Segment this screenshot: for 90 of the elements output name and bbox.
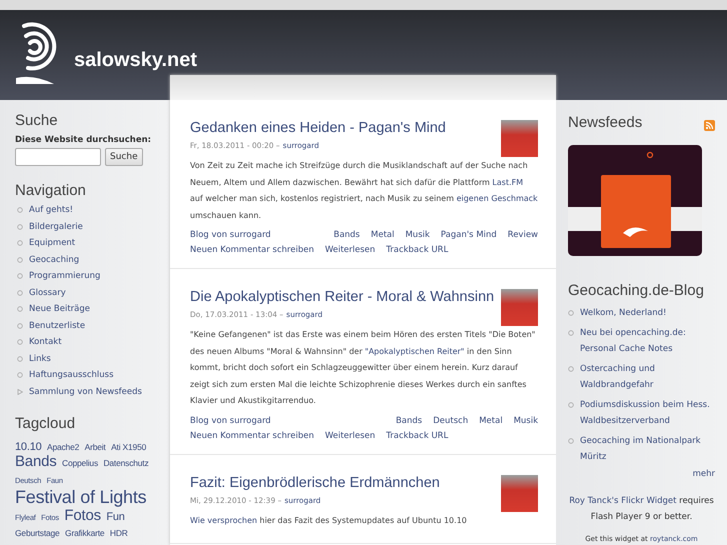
tag-link[interactable]: Datenschutz (103, 458, 149, 468)
post-excerpt: "Keine Gefangenen" ist das Erste was einem beim Hören des ersten Titels "Die Boten" des neuen Albums "Moral & Wahnsinn" der "Apokalyptischen Reiter" in den Sinn kommt, bricht doch sofort ein Schlagzeuggewitter über einem herein. Kurz darauf zeigt sich zum ersten Mal die leichte Schizophrenie dieses Werkes durch ein sanftes Klavier und Akustikgitarrenduo. (190, 329, 536, 407)
bullet-icon (568, 330, 574, 336)
banner-drawing[interactable] (568, 145, 702, 256)
inline-link[interactable]: eigenen Geschmack (456, 194, 538, 203)
bullet-icon (17, 273, 23, 279)
section-heading: Suche (15, 112, 59, 129)
bullet-icon (17, 372, 23, 378)
post-link[interactable]: Weiterlesen (324, 428, 376, 444)
nav-link[interactable]: Sammlung von Newsfeeds (29, 386, 142, 396)
bullet-icon (17, 207, 23, 213)
section-heading: Geocaching.de-Blog (568, 282, 705, 299)
tag-link[interactable]: Fotos (64, 506, 101, 524)
bullet-icon (17, 290, 23, 296)
bullet-icon (17, 322, 23, 328)
tag-link[interactable]: Apache2 (46, 442, 80, 452)
nav-link[interactable]: Equipment (29, 238, 76, 248)
inline-link[interactable]: Last.FM (492, 178, 524, 186)
nav-link[interactable]: Glossary (29, 288, 66, 298)
nav-link[interactable]: Bildergalerie (29, 222, 83, 232)
tag-link[interactable]: Review (508, 228, 538, 243)
tag-link[interactable]: Bands (396, 414, 422, 428)
post-link[interactable]: Neuen Kommentar schreiben (190, 243, 314, 258)
post-title[interactable]: Die Apokalyptischen Reiter - Moral & Wahnsinn (190, 289, 494, 305)
tag-link[interactable]: HDR (110, 528, 128, 538)
bullet-icon (17, 306, 23, 312)
bullet-icon (17, 356, 23, 362)
tag-link[interactable]: Musik (514, 414, 538, 428)
tag-link[interactable]: Festival of Lights (15, 486, 146, 507)
section-heading: Navigation (15, 182, 87, 199)
inline-link[interactable]: "Apokalyptischen Reiter" (364, 346, 464, 356)
search-field[interactable] (15, 148, 101, 166)
post-link[interactable]: Blog von surrogard (190, 414, 271, 428)
triangle-icon (17, 388, 23, 394)
post-excerpt: Von Zeit zu Zeit mache ich Streifzüge durch die Musiklandschaft auf der Suche nach Neuem, Altem und Allem dazwischen. Bewährt hat sich dafür die Plattform Last.FM auf welcher man sich, kostenlos registriert, nach Musik zu seinem eigenen Geschmack umschauen kann. (190, 160, 538, 222)
blog-link[interactable]: Neu bei opencaching.de: Personal Cache Notes (580, 325, 715, 357)
nav-link[interactable]: Kontakt (29, 337, 62, 347)
nav-link[interactable]: Geocaching (29, 254, 80, 264)
tag-link[interactable]: Metal (479, 414, 503, 428)
tag-link[interactable]: Metal (370, 228, 394, 243)
section-heading: Tagcloud (15, 414, 76, 432)
post-excerpt: Wie versprochen hier das Fazit des Systemupdates auf Ubuntu 10.10 (190, 514, 468, 527)
tag-link[interactable]: Bands (15, 453, 57, 470)
tag-link[interactable]: Grafikkarte (65, 528, 104, 538)
tag-link[interactable]: Bands (334, 228, 360, 243)
flickr-notice: Roy Tanck's Flickr Widget requires Flash Player 9 or better. (568, 495, 715, 524)
post-link[interactable]: Trackback URL (386, 428, 448, 444)
tag-link[interactable]: 10.10 (15, 440, 42, 452)
nav-link[interactable]: Haftungsausschluss (29, 370, 114, 380)
photo-placeholder (501, 474, 538, 512)
inline-link[interactable]: Wie versprochen (190, 516, 258, 524)
search-button[interactable]: Suche (105, 148, 143, 166)
flickr-link[interactable]: Roy Tanck's Flickr Widget (569, 496, 676, 506)
post-title[interactable]: Fazit: Eigenbrödlerische Erdmännchen (190, 474, 440, 490)
blog-link[interactable]: Ostercaching und Waldbrandgefahr (580, 361, 715, 393)
post-link[interactable]: Neuen Kommentar schreiben (190, 428, 314, 444)
tag-link[interactable]: Pagan's Mind (440, 228, 497, 243)
blog-link[interactable]: Podiumsdiskussion beim Hess. Waldbesitzerverband (580, 397, 715, 429)
tag-link[interactable]: Ati X1950 (111, 442, 146, 452)
bullet-icon (568, 366, 574, 372)
bullet-icon (568, 402, 574, 408)
post-title[interactable]: Gedanken eines Heiden - Pagan's Mind (190, 120, 446, 136)
post-link[interactable]: Trackback URL (386, 243, 448, 258)
photo-placeholder (501, 120, 538, 157)
rss-icon (704, 120, 715, 131)
post-link[interactable]: Weiterlesen (324, 243, 376, 258)
nav-link[interactable]: Neue Beiträge (29, 304, 90, 314)
tag-link[interactable]: Arbeit (84, 442, 106, 452)
tag-link[interactable]: Musik (405, 228, 430, 243)
tag-link[interactable]: Fun (106, 510, 125, 523)
search-label: Diese Website durchsuchen: (15, 135, 152, 145)
site-title[interactable]: salowsky.net (74, 49, 198, 72)
nav-link[interactable]: Links (29, 354, 51, 364)
nav-link[interactable]: Auf gehts! (29, 205, 74, 215)
tag-link[interactable]: Deutsch (433, 414, 468, 428)
more-link[interactable]: mehr (692, 469, 715, 479)
bullet-icon (17, 256, 23, 262)
bullet-icon (568, 310, 574, 316)
tag-link[interactable]: Geburtstage (15, 528, 60, 538)
section-heading: Newsfeeds (568, 114, 642, 131)
post-link[interactable]: Blog von surrogard (190, 228, 271, 243)
bullet-icon (17, 339, 23, 345)
photo-placeholder (501, 289, 538, 326)
bullet-icon (17, 224, 23, 230)
tag-link[interactable]: Coppelius (62, 458, 98, 468)
nav-link[interactable]: Programmierung (29, 271, 100, 281)
blog-link[interactable]: Welkom, Nederland! (580, 305, 666, 321)
bullet-icon (17, 240, 23, 246)
nav-link[interactable]: Benutzerliste (29, 320, 86, 330)
bullet-icon (568, 438, 574, 444)
